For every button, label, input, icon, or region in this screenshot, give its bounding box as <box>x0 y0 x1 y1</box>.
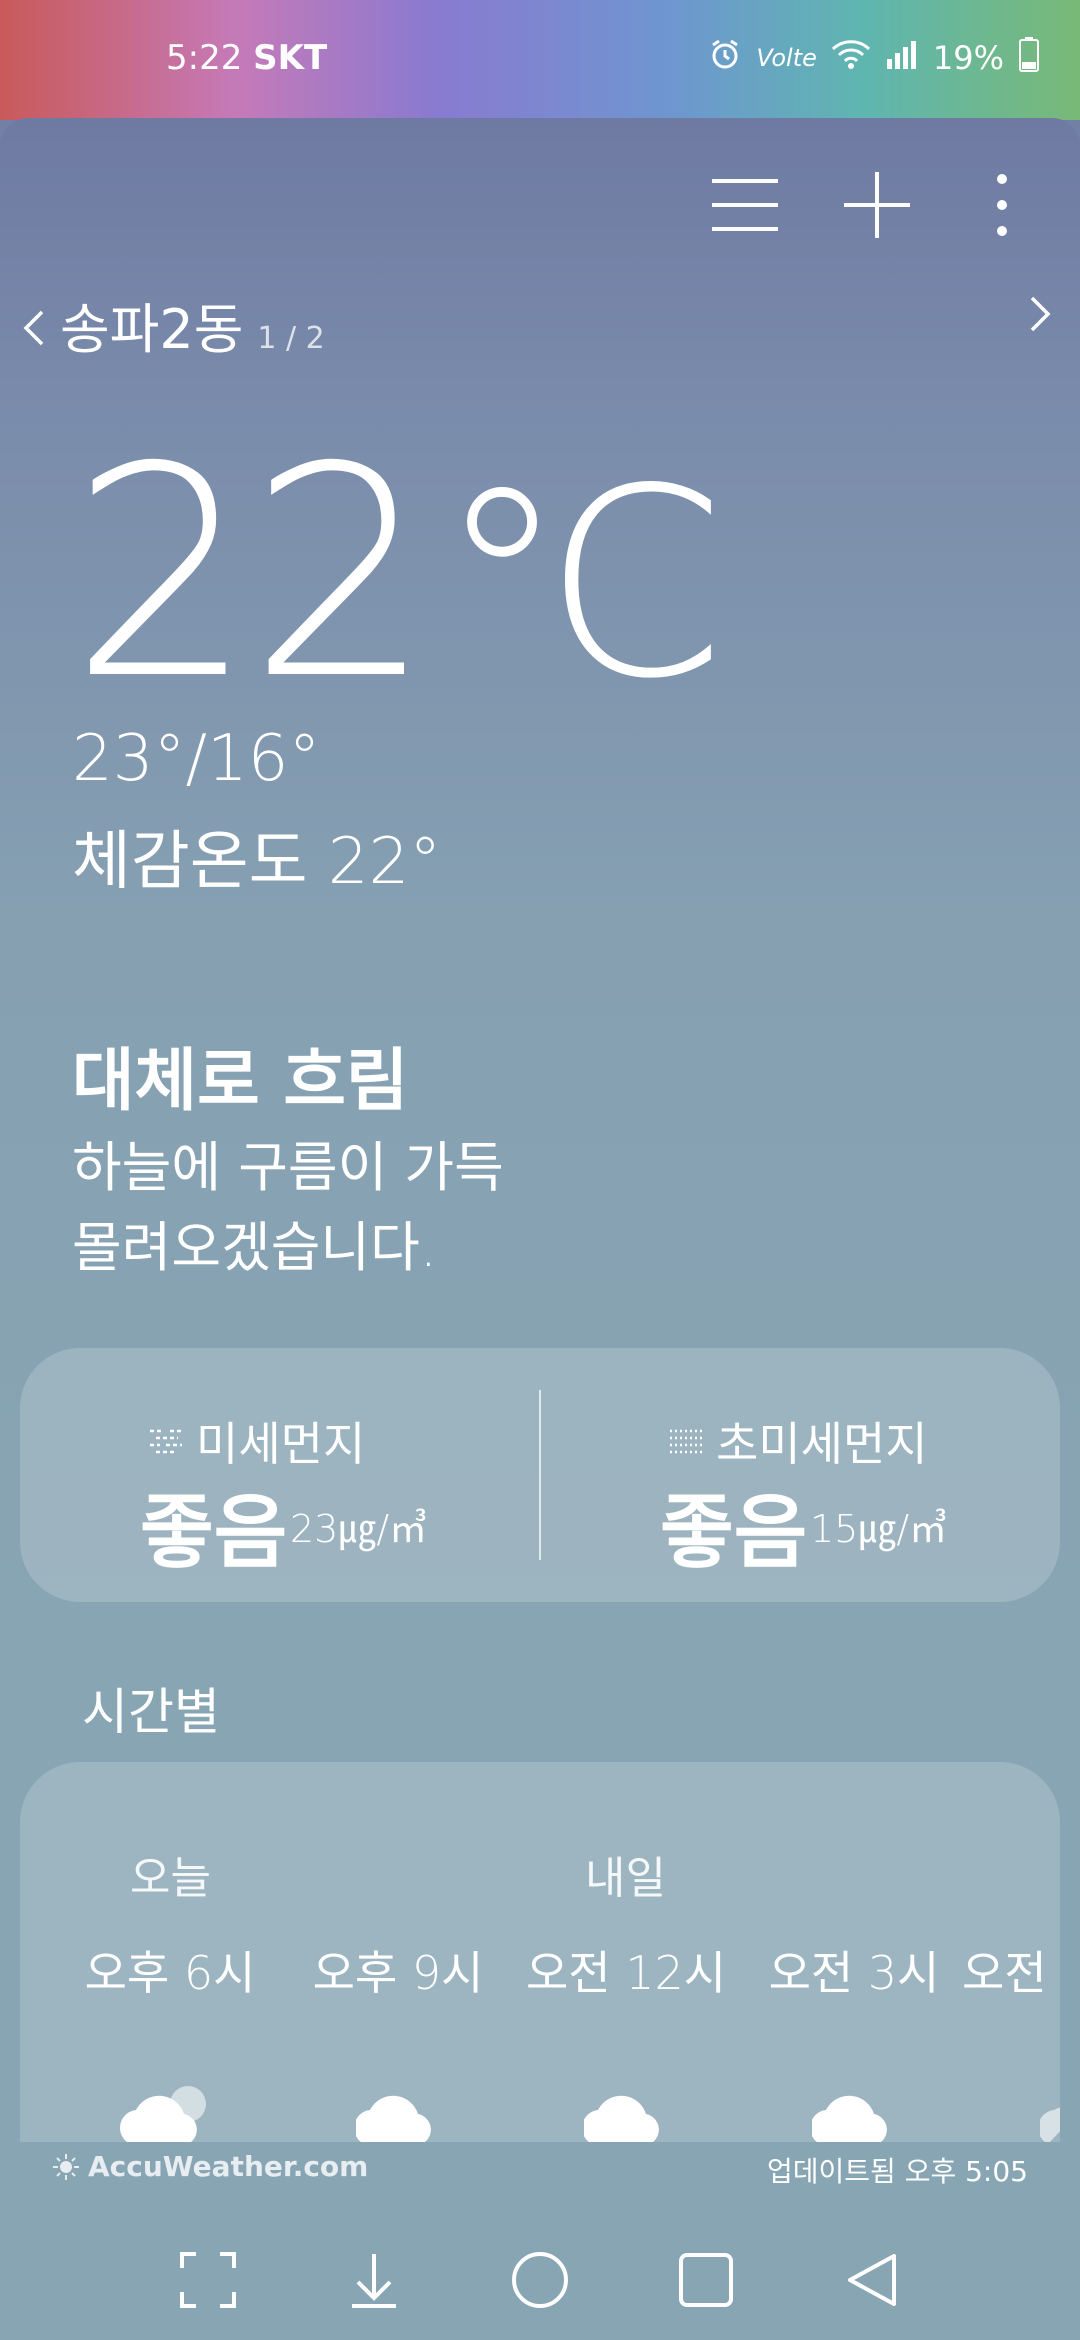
cloudy-icon <box>356 2095 431 2142</box>
home-circle-icon <box>512 2252 568 2308</box>
high-low-temperature: 23°/16° <box>72 722 321 796</box>
notification-panel-button[interactable] <box>334 2240 414 2320</box>
plus-icon <box>844 172 910 238</box>
ultrafine-dust-value: 15㎍/㎥ <box>810 1507 948 1551</box>
status-bar: 5:22 SKT Volte 19% <box>0 0 1080 120</box>
air-quality-card[interactable]: 미세먼지 좋음 23㎍/㎥ 초미세먼지 좋음 15㎍/㎥ <box>20 1348 1060 1602</box>
more-vert-icon <box>997 174 1007 236</box>
back-button[interactable] <box>832 2240 912 2320</box>
chevron-right-icon <box>1030 296 1051 332</box>
more-options-button[interactable] <box>957 160 1047 250</box>
fine-dust-icon <box>150 1429 182 1454</box>
volte-label: Volte <box>756 44 817 72</box>
fine-dust-status: 좋음 <box>140 1486 288 1579</box>
ultrafine-dust-status: 좋음 <box>660 1486 808 1579</box>
ultrafine-dust-icon <box>670 1429 702 1454</box>
tomorrow-label: 내일 <box>585 1853 666 1904</box>
battery-percent: 19% <box>932 39 1004 77</box>
ultrafine-dust: 초미세먼지 좋음 15㎍/㎥ <box>540 1348 1060 1602</box>
location-page-indicator: 1 / 2 <box>257 321 325 356</box>
battery-icon <box>1018 36 1040 80</box>
arrow-down-icon <box>352 2254 396 2308</box>
menu-button[interactable] <box>700 160 790 250</box>
ultrafine-dust-label: 초미세먼지 <box>716 1417 928 1471</box>
cloudy-icon <box>1040 2107 1060 2142</box>
fine-dust-label: 미세먼지 <box>196 1417 366 1471</box>
capture-frame-icon <box>180 2252 236 2308</box>
accuweather-link[interactable]: AccuWeather.com <box>52 2150 368 2183</box>
partly-cloudy-icon <box>120 2086 206 2142</box>
location-name[interactable]: 송파2동 <box>60 285 243 364</box>
today-label: 오늘 <box>130 1853 211 1904</box>
updated-time: 업데이트됨 오후 5:05 <box>767 2155 1028 2188</box>
hour-label: 오전 <box>962 1946 1047 2000</box>
location-header: 송파2동 1 / 2 <box>20 285 325 364</box>
hour-label: 오후 9시 <box>312 1946 484 2000</box>
fine-dust: 미세먼지 좋음 23㎍/㎥ <box>20 1348 540 1602</box>
wifi-icon <box>831 39 871 77</box>
cloudy-icon <box>812 2095 887 2142</box>
menu-icon <box>712 179 778 231</box>
sun-logo-icon <box>53 2153 79 2180</box>
feels-like-temperature: 체감온도 22° <box>72 825 442 899</box>
fine-dust-value: 23㎍/㎥ <box>290 1507 428 1551</box>
hourly-forecast-card[interactable]: 오늘 내일 오후 6시 오후 9시 오전 12시 오전 3시 오전 <box>20 1762 1060 2142</box>
weather-footer: AccuWeather.com 업데이트됨 오후 5:05 <box>0 2140 1080 2230</box>
home-button[interactable] <box>500 2240 580 2320</box>
hour-label: 오전 3시 <box>768 1946 940 2000</box>
next-location-button[interactable] <box>1028 294 1054 338</box>
recents-square-icon <box>679 2253 733 2307</box>
signal-icon <box>885 39 919 77</box>
current-temperature: 22℃ <box>70 406 729 743</box>
hour-label: 오전 12시 <box>525 1946 727 2000</box>
chevron-left-icon <box>23 310 44 346</box>
cloudy-icon <box>584 2095 659 2142</box>
weather-condition: 대체로 흐림 <box>72 1042 409 1121</box>
screenshot-capture-button[interactable] <box>168 2240 248 2320</box>
add-location-button[interactable] <box>832 160 922 250</box>
alarm-icon <box>708 37 742 79</box>
hour-label: 오후 6시 <box>84 1946 256 2000</box>
system-navigation-bar <box>0 2220 1080 2340</box>
status-time: 5:22 SKT <box>166 38 328 78</box>
prev-location-button[interactable] <box>20 308 46 352</box>
back-triangle-icon <box>848 2254 896 2306</box>
weather-description: 하늘에 구름이 가득 몰려오겠습니다. <box>72 1136 504 1279</box>
recent-apps-button[interactable] <box>666 2240 746 2320</box>
hourly-section-title: 시간별 <box>82 1683 220 1741</box>
status-icons: Volte 19% <box>708 36 1040 80</box>
